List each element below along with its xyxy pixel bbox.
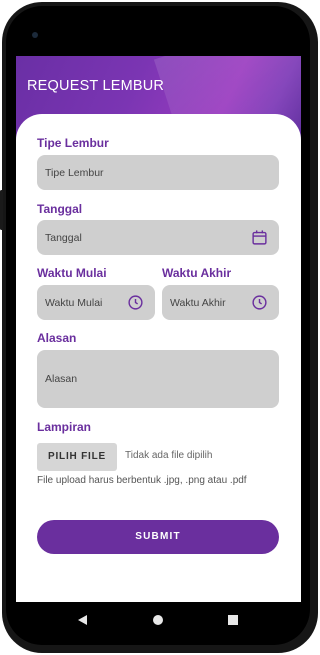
waktu-akhir-field[interactable]: Waktu Akhir	[162, 285, 279, 320]
waktu-mulai-label: Waktu Mulai	[37, 266, 107, 280]
waktu-mulai-placeholder: Waktu Mulai	[45, 296, 103, 309]
recents-icon[interactable]	[228, 615, 238, 625]
volume-button	[0, 190, 3, 230]
calendar-icon[interactable]	[251, 229, 268, 246]
alasan-field[interactable]: Alasan	[37, 350, 279, 408]
alasan-label: Alasan	[37, 331, 77, 345]
page-title: REQUEST LEMBUR	[27, 78, 165, 94]
form-card: Tipe Lembur Tipe Lembur Tanggal Tanggal …	[16, 114, 301, 602]
file-status: Tidak ada file dipilih	[125, 450, 213, 461]
waktu-akhir-placeholder: Waktu Akhir	[170, 296, 226, 309]
tipe-lembur-label: Tipe Lembur	[37, 136, 109, 150]
clock-icon[interactable]	[127, 294, 144, 311]
tipe-lembur-field[interactable]: Tipe Lembur	[37, 155, 279, 190]
phone-device: REQUEST LEMBUR Tipe Lembur Tipe Lembur T…	[0, 0, 320, 655]
submit-button[interactable]: SUBMIT	[37, 520, 279, 554]
app-screen: REQUEST LEMBUR Tipe Lembur Tipe Lembur T…	[16, 56, 301, 602]
pick-file-button[interactable]: PILIH FILE	[37, 443, 117, 471]
tipe-lembur-placeholder: Tipe Lembur	[45, 166, 104, 179]
front-camera	[32, 32, 38, 38]
tanggal-label: Tanggal	[37, 202, 83, 216]
file-hint: File upload harus berbentuk .jpg, .png a…	[37, 475, 247, 486]
system-nav-bar	[16, 602, 301, 638]
waktu-akhir-label: Waktu Akhir	[162, 266, 232, 280]
home-icon[interactable]	[153, 615, 163, 625]
clock-icon[interactable]	[251, 294, 268, 311]
waktu-mulai-field[interactable]: Waktu Mulai	[37, 285, 155, 320]
alasan-placeholder: Alasan	[45, 373, 78, 385]
tanggal-placeholder: Tanggal	[45, 231, 82, 244]
lampiran-label: Lampiran	[37, 420, 92, 434]
back-icon[interactable]	[78, 615, 87, 625]
tanggal-field[interactable]: Tanggal	[37, 220, 279, 255]
